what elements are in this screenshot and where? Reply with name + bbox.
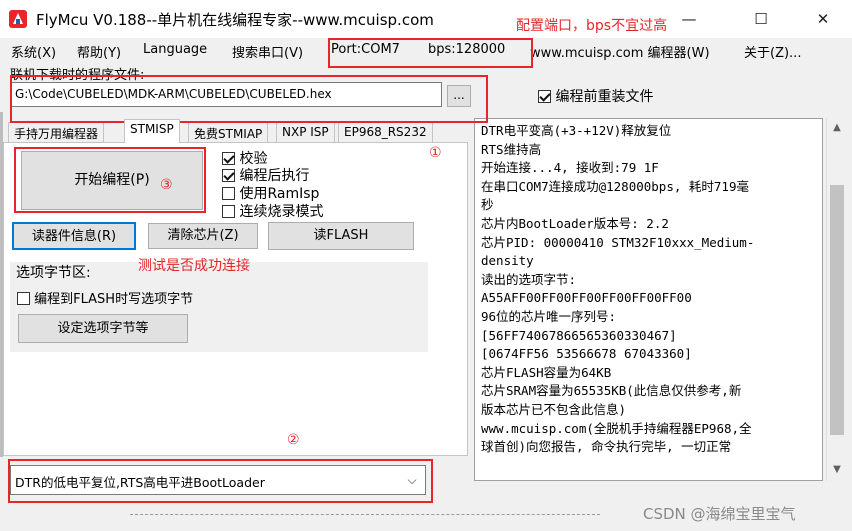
log-line: 开始连接...4, 接收到:79 1F [481,160,659,176]
chevron-down-icon[interactable]: ⌵ [400,466,424,494]
menu-language[interactable]: Language [143,42,207,57]
reload-checkbox[interactable] [538,90,551,103]
menu-bps[interactable]: bps:128000 [428,42,505,57]
log-line: 秒 [481,197,494,213]
menu-about[interactable]: 关于(Z)... [744,42,801,61]
menu-bar: 系统(X) 帮助(Y) Language 搜索串口(V) Port:COM7 b… [0,38,852,64]
ramisp-option[interactable]: 使用RamIsp [222,183,319,203]
write-option-bytes-checkbox[interactable] [17,292,30,305]
tab-ep968[interactable]: EP968_RS232 [338,122,433,142]
continuous-checkbox[interactable] [222,205,235,218]
continuous-label: 连续烧录模式 [239,204,324,220]
log-line: 芯片PID: 00000410 STM32F10xxx_Medium- [481,234,755,250]
tab-handheld-programmer[interactable]: 手持万用编程器 [8,122,105,142]
annotation-marker-2: ② [287,432,300,448]
read-flash-button[interactable]: 读FLASH [268,222,414,250]
write-option-bytes-label: 编程到FLASH时写选项字节 [34,292,194,307]
reload-before-program-option[interactable]: 编程前重装文件 [538,86,653,106]
annotation-marker-1: ① [429,145,442,161]
write-option-bytes-option[interactable]: 编程到FLASH时写选项字节 [17,288,193,307]
clear-chip-button[interactable]: 清除芯片(Z) [148,223,258,249]
browse-button[interactable]: ... [447,85,471,107]
log-line: 读出的选项字节: [481,271,577,287]
window-title: FlyMcu V0.188--单片机在线编程专家--www.mcuisp.com [36,11,434,29]
file-label: 联机下载时的程序文件: [10,68,145,83]
app-icon [9,10,27,28]
reset-mode-select[interactable]: DTR的低电平复位,RTS高电平进BootLoader [10,465,426,495]
set-option-bytes-button[interactable]: 设定选项字节等 [18,314,188,343]
log-line: 球首创)向您报告, 命令执行完毕, 一切正常 [481,439,732,455]
log-line: density [481,253,534,269]
ramisp-checkbox[interactable] [222,187,235,200]
scrollbar-thumb[interactable] [830,185,844,435]
log-line: [0674FF56 53566678 67043360] [481,346,692,362]
start-program-button[interactable]: 开始编程(P) [21,151,203,210]
ramisp-label: 使用RamIsp [239,186,320,202]
run-after-checkbox[interactable] [222,169,235,182]
divider [130,514,600,515]
verify-checkbox[interactable] [222,152,235,165]
log-line: 芯片FLASH容量为64KB [481,364,612,380]
read-device-info-button[interactable]: 读器件信息(R) [12,222,136,250]
continuous-option[interactable]: 连续烧录模式 [222,201,323,221]
reload-label: 编程前重装文件 [555,89,654,105]
log-line: [56FF74067866565360330467] [481,327,677,343]
watermark: CSDN @海绵宝里宝气 [643,505,796,523]
file-path-input[interactable]: G:\Code\CUBELED\MDK-ARM\CUBELED\CUBELED.… [10,82,442,107]
log-line: 版本芯片已不包含此信息) [481,401,627,417]
log-line: 在串口COM7连接成功@128000bps, 耗时719毫 [481,178,749,194]
run-after-option[interactable]: 编程后执行 [222,165,309,185]
log-line: RTS维持高 [481,141,542,157]
menu-help[interactable]: 帮助(Y) [77,42,121,61]
port-config-note: 配置端口，bps不宜过高 [516,18,668,34]
minimize-button[interactable]: — [666,0,712,38]
log-line: www.mcuisp.com(全脱机手持编程器EP968,全 [481,420,752,436]
annotation-marker-3: ③ [160,177,173,193]
run-after-label: 编程后执行 [239,168,310,184]
log-line: 96位的芯片唯一序列号: [481,308,617,324]
tab-stmisp[interactable]: STMISP [124,119,180,143]
connection-test-note: 测试是否成功连接 [138,258,250,274]
log-line: 芯片SRAM容量为65535KB(此信息仅供参考,新 [481,383,742,399]
log-line: 芯片内BootLoader版本号: 2.2 [481,215,669,231]
menu-port[interactable]: Port:COM7 [331,42,400,57]
close-button[interactable]: ✕ [800,0,846,38]
tab-nxp-isp[interactable]: NXP ISP [276,122,335,142]
scroll-up-arrow-icon[interactable]: ▲ [826,118,848,138]
tab-stmiap[interactable]: 免费STMIAP [188,122,269,142]
log-output[interactable]: DTR电平变高(+3-+12V)释放复位 RTS维持高开始连接...4, 接收到:… [474,118,823,481]
menu-programmer[interactable]: www.mcuisp.com 编程器(W) [530,42,710,61]
log-line: DTR电平变高(+3-+12V)释放复位 [481,123,672,138]
menu-search-port[interactable]: 搜索串口(V) [232,42,303,61]
maximize-button[interactable]: ☐ [738,0,784,38]
option-bytes-title: 选项字节区: [16,265,91,281]
scroll-down-arrow-icon[interactable]: ▼ [826,460,848,480]
menu-system[interactable]: 系统(X) [11,42,56,61]
log-line: A55AFF00FF00FF00FF00FF00FF00 [481,290,692,306]
